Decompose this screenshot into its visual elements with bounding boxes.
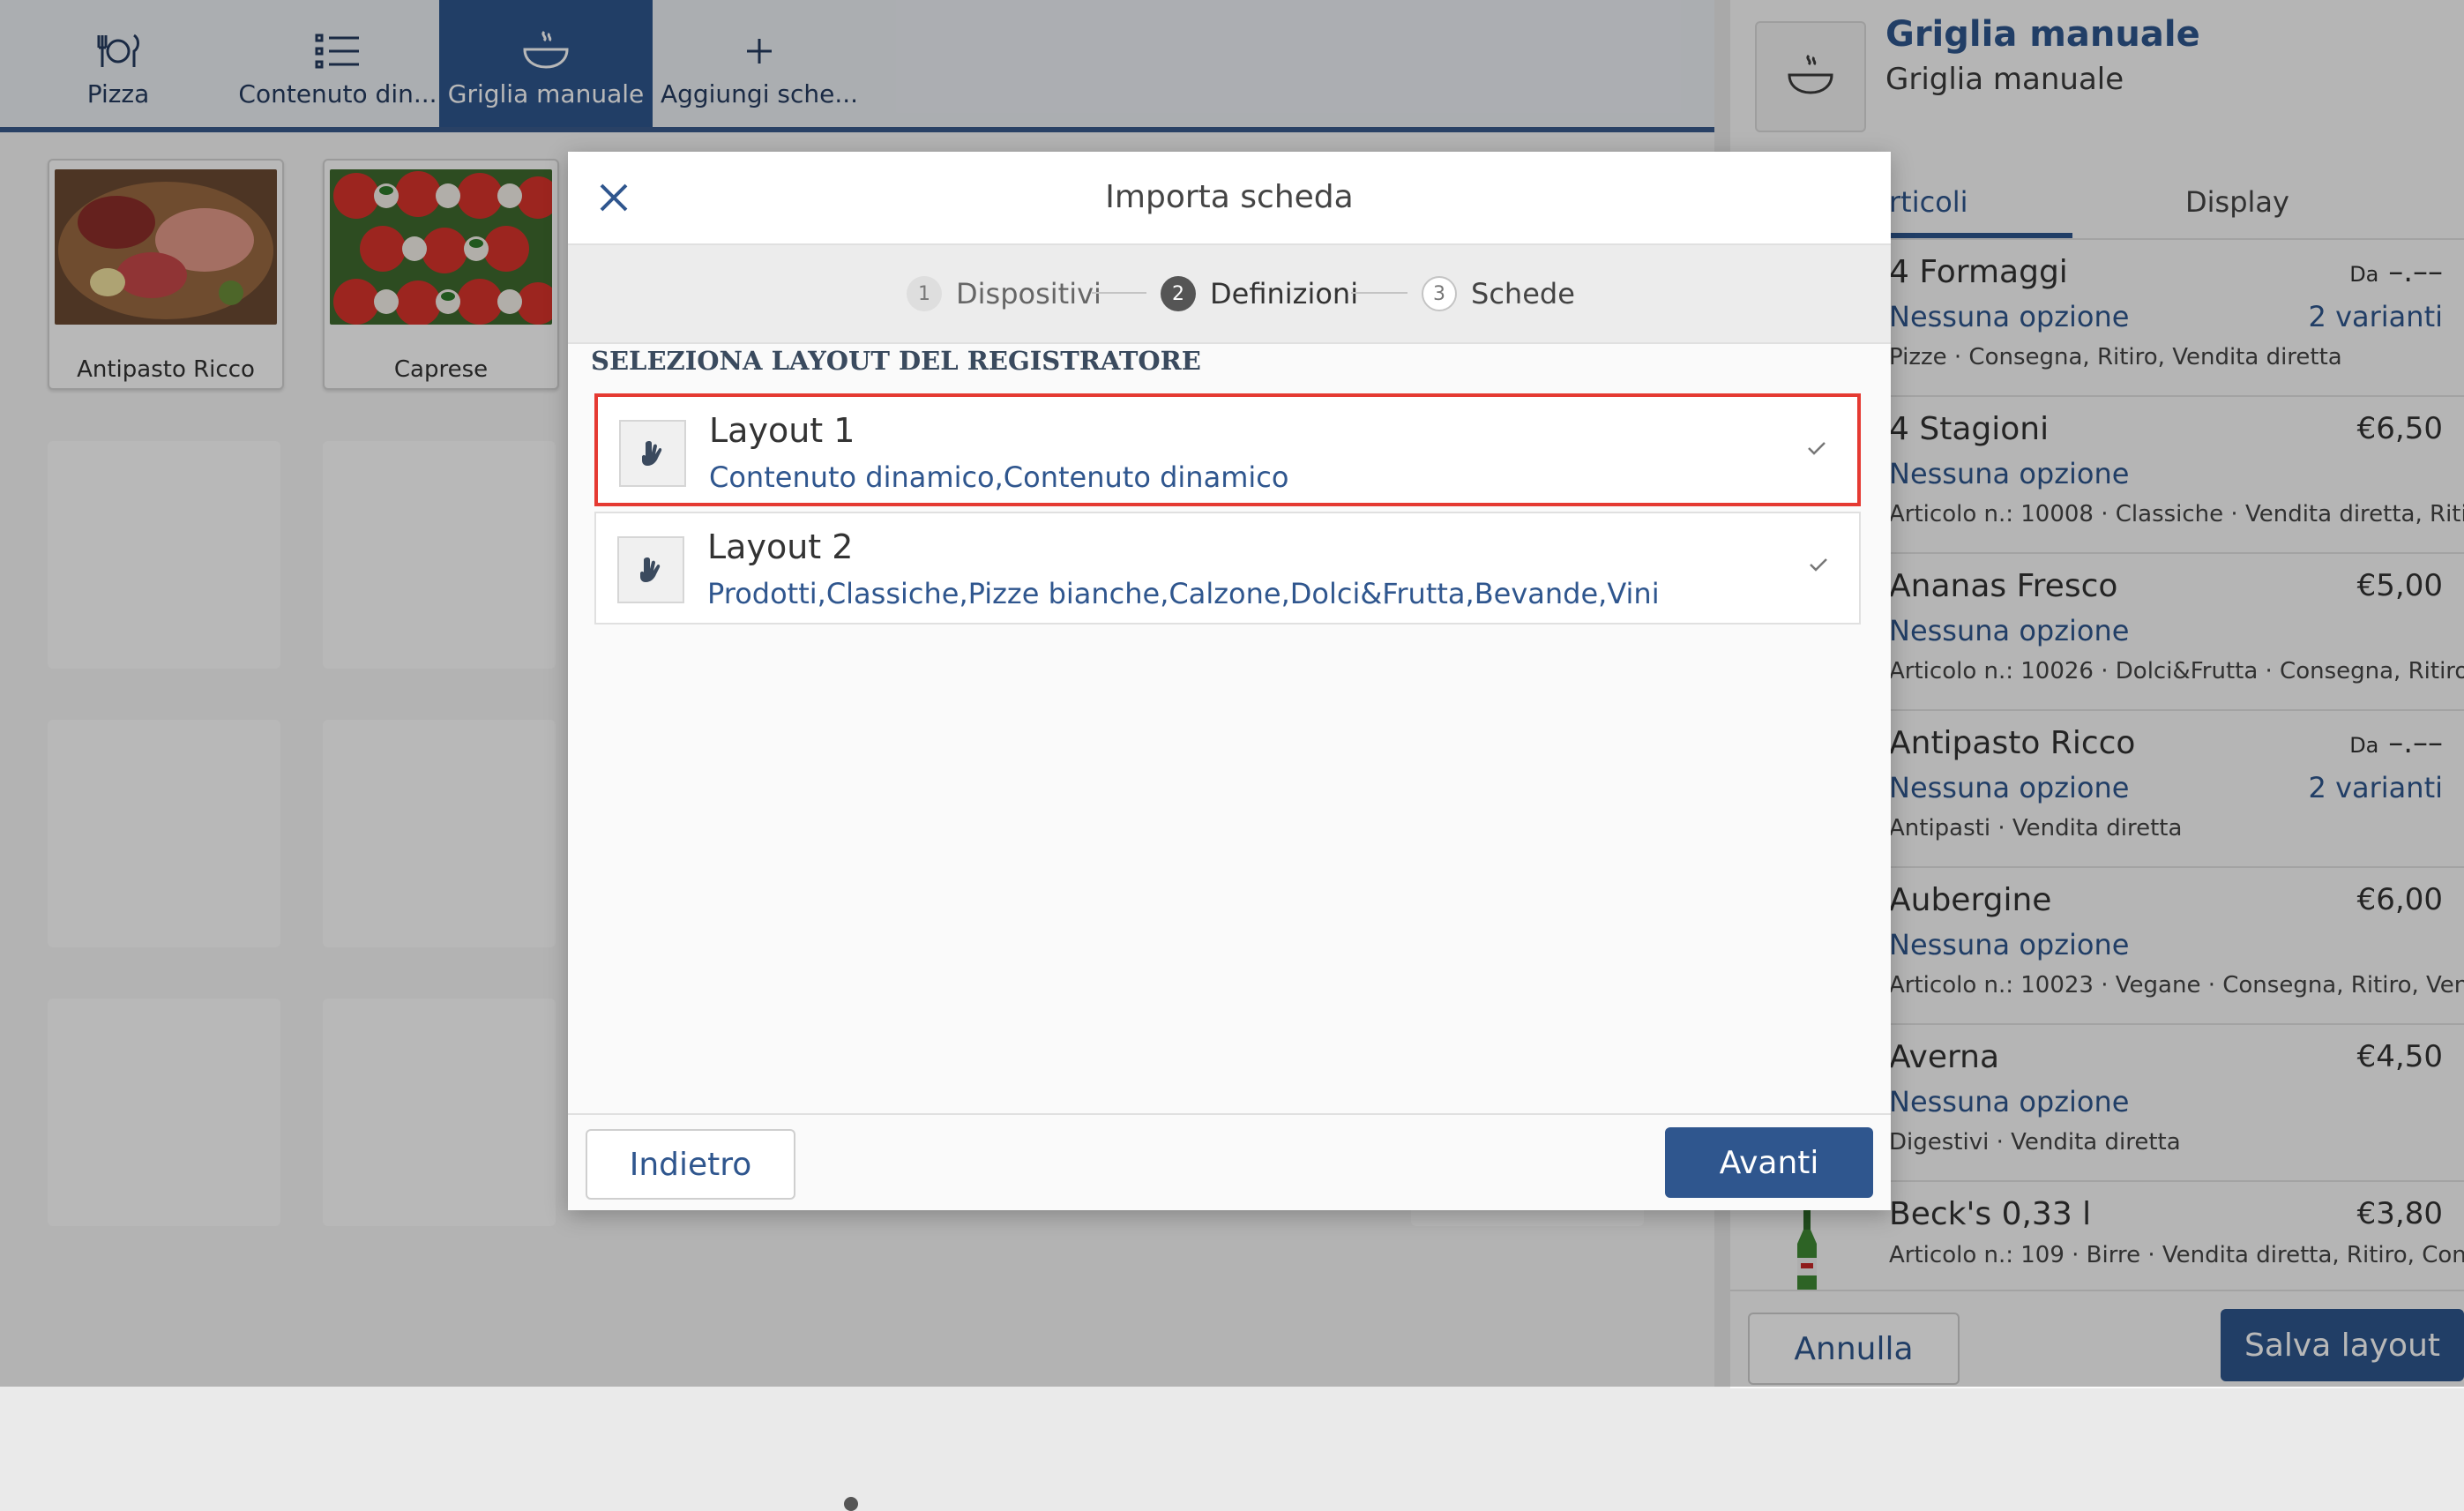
layout-description: Contenuto dinamico,Contenuto dinamico: [709, 460, 1289, 494]
dialog-title: Importa scheda: [1105, 179, 1354, 215]
page-indicator-dot: [844, 1497, 858, 1511]
step-definizioni[interactable]: 2 Definizioni: [1161, 245, 1358, 342]
check-icon: [1808, 556, 1829, 577]
step-label: Schede: [1471, 277, 1575, 310]
dialog-footer: Indietro Avanti: [568, 1113, 1891, 1210]
step-connector: [1351, 292, 1407, 294]
check-icon: [1806, 439, 1827, 460]
hand-pointer-icon: [642, 441, 662, 466]
step-connector: [1092, 292, 1146, 294]
next-button[interactable]: Avanti: [1665, 1127, 1873, 1198]
layout-option-1[interactable]: Layout 1 Contenuto dinamico,Contenuto di…: [594, 393, 1861, 506]
layout-description: Prodotti,Classiche,Pizze bianche,Calzone…: [707, 577, 1660, 610]
import-tab-dialog: Importa scheda 1 Dispositivi 2 Definizio…: [568, 152, 1891, 1210]
dialog-header: Importa scheda: [568, 152, 1891, 243]
back-button[interactable]: Indietro: [586, 1129, 795, 1200]
layout-option-2[interactable]: Layout 2 Prodotti,Classiche,Pizze bianch…: [594, 512, 1861, 625]
wizard-stepper: 1 Dispositivi 2 Definizioni 3 Schede: [568, 243, 1891, 344]
layout-name: Layout 1: [709, 411, 855, 450]
layout-icon: [619, 420, 686, 487]
close-button[interactable]: [579, 162, 649, 233]
section-title: SELEZIONA LAYOUT DEL REGISTRATORE: [591, 346, 1201, 376]
layout-name: Layout 2: [707, 527, 854, 566]
close-icon: [600, 183, 628, 212]
step-schede[interactable]: 3 Schede: [1422, 245, 1575, 342]
step-number: 3: [1422, 276, 1457, 311]
layout-icon: [617, 536, 684, 603]
step-number: 2: [1161, 276, 1196, 311]
step-dispositivi[interactable]: 1 Dispositivi: [907, 245, 1101, 342]
step-label: Dispositivi: [956, 277, 1101, 310]
step-label: Definizioni: [1210, 277, 1359, 310]
hand-pointer-icon: [640, 557, 661, 582]
step-number: 1: [907, 276, 942, 311]
